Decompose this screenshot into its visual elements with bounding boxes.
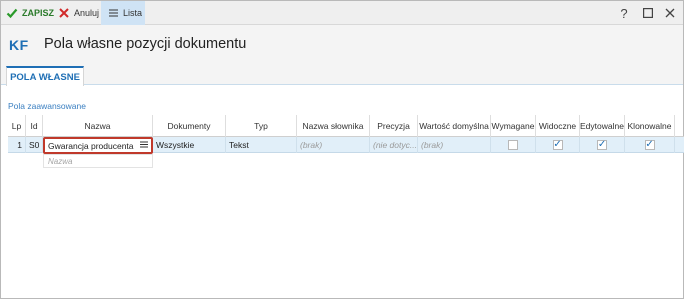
checkmark-icon: ✓ (645, 139, 654, 150)
column-header-klonowalne[interactable]: Klonowalne (625, 115, 675, 137)
tab-pola-wlasne[interactable]: POLA WŁASNE (6, 66, 84, 86)
cell-nazwa-slownika[interactable]: (brak) (297, 137, 370, 153)
checkmark-icon (5, 6, 19, 20)
klonowalne-checkbox[interactable]: ✓ (644, 139, 655, 150)
page-header: KF Pola własne pozycji dokumentu (1, 25, 683, 65)
list-button[interactable]: Lista (101, 1, 145, 25)
column-header-precyzja[interactable]: Precyzja (370, 115, 418, 137)
widoczne-checkbox[interactable]: ✓ (552, 139, 563, 150)
help-icon: ? (620, 5, 628, 21)
menu-icon (106, 6, 120, 20)
menu-icon[interactable] (140, 140, 148, 150)
save-label: ZAPISZ (22, 8, 55, 18)
cancel-label: Anuluj (74, 8, 100, 18)
column-header-nazwa-slownika[interactable]: Nazwa słownika (297, 115, 370, 137)
checkmark-icon: ✓ (553, 139, 562, 150)
checkmark-icon: ✓ (597, 139, 607, 150)
maximize-icon (643, 6, 654, 21)
column-header-edytowalne[interactable]: Edytowalne (580, 115, 625, 137)
cell-typ[interactable]: Tekst (226, 137, 297, 153)
cell-edytowalne: ✓ (580, 137, 625, 153)
x-icon (57, 6, 71, 20)
cell-lp: 1 (8, 137, 26, 153)
cell-klonowalne: ✓ (625, 137, 675, 153)
column-header-wartosc-domyslna[interactable]: Wartość domyślna (418, 115, 491, 137)
column-header-widoczne[interactable]: Widoczne (536, 115, 580, 137)
cell-precyzja[interactable]: (nie dotyc... (370, 137, 418, 153)
column-header-nazwa[interactable]: Nazwa (43, 115, 153, 137)
cell-widoczne: ✓ (536, 137, 580, 153)
column-header-id[interactable]: Id (26, 115, 43, 137)
cancel-button[interactable]: Anuluj (57, 1, 99, 25)
nazwa-input[interactable]: Gwarancja producenta (43, 137, 153, 154)
cell-wymagane (491, 137, 536, 153)
help-button[interactable]: ? (613, 1, 635, 25)
page-title: Pola własne pozycji dokumentu (44, 36, 247, 52)
new-row-nazwa-input[interactable]: Nazwa (43, 154, 153, 168)
save-button[interactable]: ZAPISZ (5, 1, 54, 25)
column-header-lp[interactable]: Lp (8, 115, 26, 137)
edytowalne-checkbox[interactable]: ✓ (597, 140, 607, 150)
nazwa-input-value: Gwarancja producenta (48, 140, 134, 151)
wymagane-checkbox[interactable] (508, 140, 518, 150)
section-label: Pola zaawansowane (8, 101, 86, 111)
column-header-dokumenty[interactable]: Dokumenty (153, 115, 226, 137)
column-header-wymagane[interactable]: Wymagane (491, 115, 536, 137)
maximize-button[interactable] (637, 1, 659, 25)
cell-id: S0 (26, 137, 43, 153)
tab-bar: POLA WŁASNE (1, 65, 683, 86)
close-icon (665, 6, 675, 21)
toolbar: ZAPISZ Anuluj Lista ? (1, 1, 683, 25)
module-badge: KF (9, 37, 29, 53)
cell-dokumenty[interactable]: Wszystkie (153, 137, 226, 153)
column-header-typ[interactable]: Typ (226, 115, 297, 137)
close-button[interactable] (659, 1, 681, 25)
cell-wartosc-domyslna[interactable]: (brak) (418, 137, 491, 153)
list-label: Lista (123, 8, 143, 18)
grid-header: Lp Id Nazwa Dokumenty Typ Nazwa słownika… (8, 115, 684, 137)
